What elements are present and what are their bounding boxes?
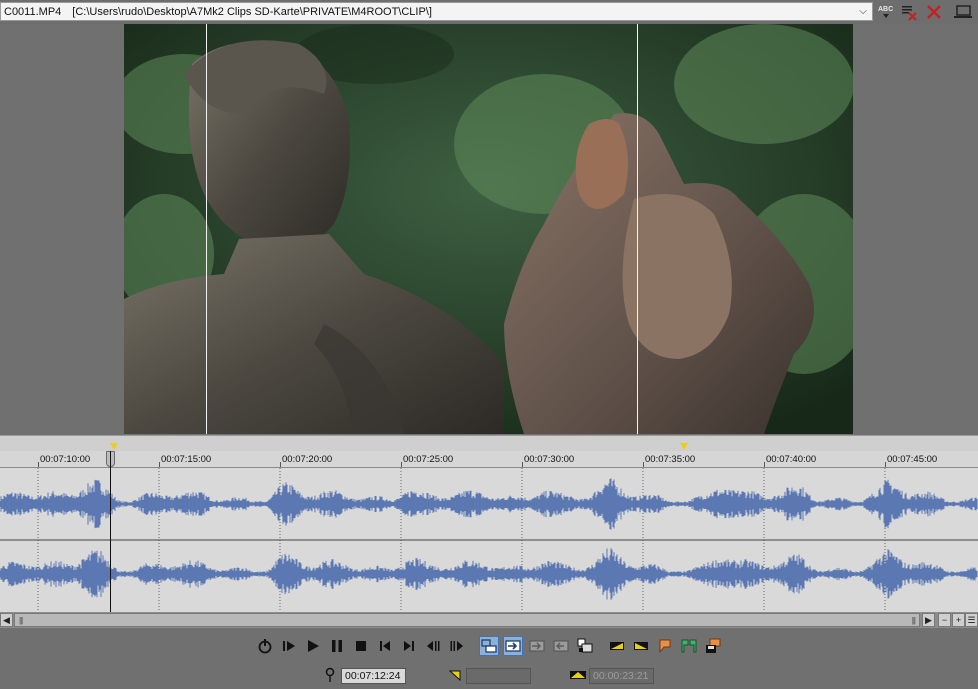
grip-right[interactable]: ||| <box>912 617 916 625</box>
go-to-end-icon[interactable] <box>399 636 419 656</box>
play-icon[interactable] <box>303 636 323 656</box>
out-marker[interactable] <box>680 443 688 450</box>
insert-icon[interactable] <box>503 636 523 656</box>
add-marker-icon[interactable] <box>655 636 675 656</box>
tick-label: 00:07:30:00 <box>524 454 575 465</box>
clear-list-icon[interactable] <box>899 2 919 21</box>
tick-mark <box>522 462 523 467</box>
zoom-fit-button[interactable]: ☰ <box>965 613 978 627</box>
playhead[interactable] <box>110 451 111 612</box>
split-line-right[interactable] <box>637 24 638 434</box>
mark-out-icon[interactable] <box>631 636 651 656</box>
tick-mark <box>885 462 886 467</box>
tick-label: 00:07:10:00 <box>40 454 91 465</box>
tick-label: 00:07:40:00 <box>766 454 817 465</box>
monitor-icon[interactable] <box>953 2 973 21</box>
selection-start-display[interactable] <box>466 668 531 684</box>
video-preview <box>124 24 853 434</box>
tick-mark <box>401 462 402 467</box>
waveform-graphic <box>0 468 978 612</box>
tick-label: 00:07:25:00 <box>403 454 454 465</box>
pause-icon[interactable] <box>327 636 347 656</box>
overwrite-icon[interactable] <box>527 636 547 656</box>
play-from-start-icon[interactable] <box>279 636 299 656</box>
top-bar: C0011.MP4 [C:\Users\rudo\Desktop\A7Mk2 C… <box>0 0 978 24</box>
mark-in-icon[interactable] <box>607 636 627 656</box>
create-region-icon[interactable] <box>479 636 499 656</box>
tick-label: 00:07:35:00 <box>645 454 696 465</box>
subclip-icon[interactable] <box>575 636 595 656</box>
waveform-channel-left <box>0 478 978 530</box>
grip-left[interactable]: ||| <box>19 617 23 625</box>
zoom-out-button[interactable]: − <box>938 613 951 627</box>
add-region-icon[interactable] <box>679 636 699 656</box>
cursor-time-display[interactable]: 00:07:12:24 <box>341 668 406 684</box>
close-icon[interactable] <box>924 2 944 21</box>
spellcheck-icon[interactable]: ABC <box>876 2 896 21</box>
zoom-in-button[interactable]: + <box>952 613 965 627</box>
file-name: C0011.MP4 <box>4 5 62 18</box>
transport-bar: 00:07:12:24 00:00:23:21 <box>0 628 978 689</box>
save-icon[interactable] <box>703 636 723 656</box>
trim-icon[interactable] <box>551 636 571 656</box>
previous-frame-icon[interactable] <box>423 636 443 656</box>
tick-mark <box>38 462 39 467</box>
stop-icon[interactable] <box>351 636 371 656</box>
cursor-position-icon <box>321 666 339 684</box>
selection-length-icon <box>569 666 587 684</box>
tick-mark <box>159 462 160 467</box>
tick-mark <box>643 462 644 467</box>
preview-frame <box>124 24 853 434</box>
abc-label: ABC <box>878 6 893 13</box>
horizontal-scrollbar[interactable]: ◀ ||| ||| ▶ − + ☰ <box>0 612 978 628</box>
waveform-channel-right <box>0 548 978 600</box>
tick-label: 00:07:15:00 <box>161 454 212 465</box>
next-frame-icon[interactable] <box>447 636 467 656</box>
scrollbar-thumb[interactable]: ||| ||| <box>14 613 920 627</box>
in-marker[interactable] <box>110 443 118 450</box>
chevron-down-icon[interactable]: ⌵ <box>857 6 869 18</box>
file-path: [C:\Users\rudo\Desktop\A7Mk2 Clips SD-Ka… <box>72 5 432 18</box>
selection-start-icon <box>446 666 464 684</box>
split-line-left[interactable] <box>206 24 207 434</box>
tick-label: 00:07:20:00 <box>282 454 333 465</box>
audio-waveform[interactable] <box>0 468 978 612</box>
loop-icon[interactable] <box>255 636 275 656</box>
go-to-start-icon[interactable] <box>375 636 395 656</box>
scroll-right-button[interactable]: ▶ <box>922 613 935 627</box>
tick-mark <box>764 462 765 467</box>
file-path-combo[interactable]: C0011.MP4 [C:\Users\rudo\Desktop\A7Mk2 C… <box>0 2 873 21</box>
selection-length-display[interactable]: 00:00:23:21 <box>589 668 654 684</box>
tick-mark <box>280 462 281 467</box>
scroll-left-button[interactable]: ◀ <box>0 613 13 627</box>
timeline-ruler[interactable]: 00:07:10:00 00:07:15:00 00:07:20:00 00:0… <box>0 451 978 468</box>
marker-strip[interactable] <box>0 435 978 451</box>
tick-label: 00:07:45:00 <box>887 454 938 465</box>
